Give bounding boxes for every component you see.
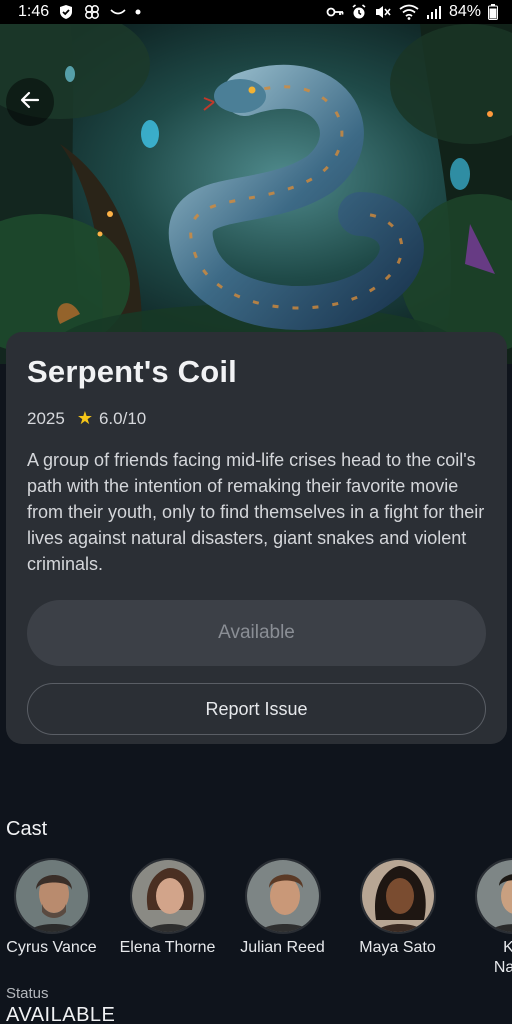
battery-percent: 84% (448, 3, 481, 20)
status-value: AVAILABLE (6, 1004, 116, 1024)
cast-member[interactable]: Elena Thorne (110, 858, 225, 958)
hero-poster-image (0, 24, 512, 364)
cast-name: Ks Naka (493, 939, 512, 976)
battery-icon (488, 4, 498, 20)
cast-name: Cyrus Vance (6, 939, 97, 956)
cast-name: Elena Thorne (119, 939, 216, 956)
release-year: 2025 (27, 408, 65, 428)
shield-check-icon (58, 4, 74, 20)
movie-title: Serpent's Coil (27, 354, 237, 389)
alarm-icon (351, 4, 367, 20)
avatar (129, 858, 206, 934)
signal-icon (426, 5, 442, 19)
avatar (359, 858, 436, 934)
star-icon: ★ (76, 408, 93, 428)
cast-list[interactable]: Cyrus Vance Elena Thorne Julian Reed May… (0, 858, 512, 988)
cast-name: Julian Reed (240, 939, 325, 956)
cloverleaf-icon (83, 4, 101, 20)
avatar (244, 858, 321, 934)
cast-member[interactable]: Ks Naka (455, 858, 512, 978)
dot-icon (135, 9, 141, 15)
avatar (13, 858, 90, 934)
status-label: Status (6, 985, 49, 1002)
cast-member[interactable]: Julian Reed (225, 858, 340, 958)
available-button[interactable]: Available (27, 600, 486, 666)
voicemail-icon (110, 7, 126, 17)
clock: 1:46 (18, 3, 50, 20)
report-issue-button[interactable]: Report Issue (27, 683, 486, 735)
movie-meta: 2025 ★ 6.0/10 (27, 408, 486, 429)
cast-name: Maya Sato (359, 939, 436, 956)
status-bar-left: 1:46 (18, 3, 141, 21)
available-button-label: Available (218, 622, 295, 643)
movie-details-card: Serpent's Coil 2025 ★ 6.0/10 A group of … (6, 332, 507, 744)
arrow-left-icon (18, 88, 42, 117)
rating: 6.0/10 (98, 408, 147, 428)
cast-heading: Cast (6, 818, 48, 840)
report-issue-label: Report Issue (205, 698, 308, 719)
cast-member[interactable]: Cyrus Vance (0, 858, 109, 958)
mute-icon (374, 4, 392, 20)
status-bar: 1:46 84% (0, 0, 512, 24)
synopsis: A group of friends facing mid-life crise… (27, 450, 485, 574)
back-button[interactable] (6, 78, 54, 126)
cast-member[interactable]: Maya Sato (340, 858, 455, 958)
key-icon (326, 5, 344, 19)
wifi-icon (399, 4, 419, 20)
status-bar-right: 84% (326, 3, 498, 21)
avatar (474, 858, 512, 934)
